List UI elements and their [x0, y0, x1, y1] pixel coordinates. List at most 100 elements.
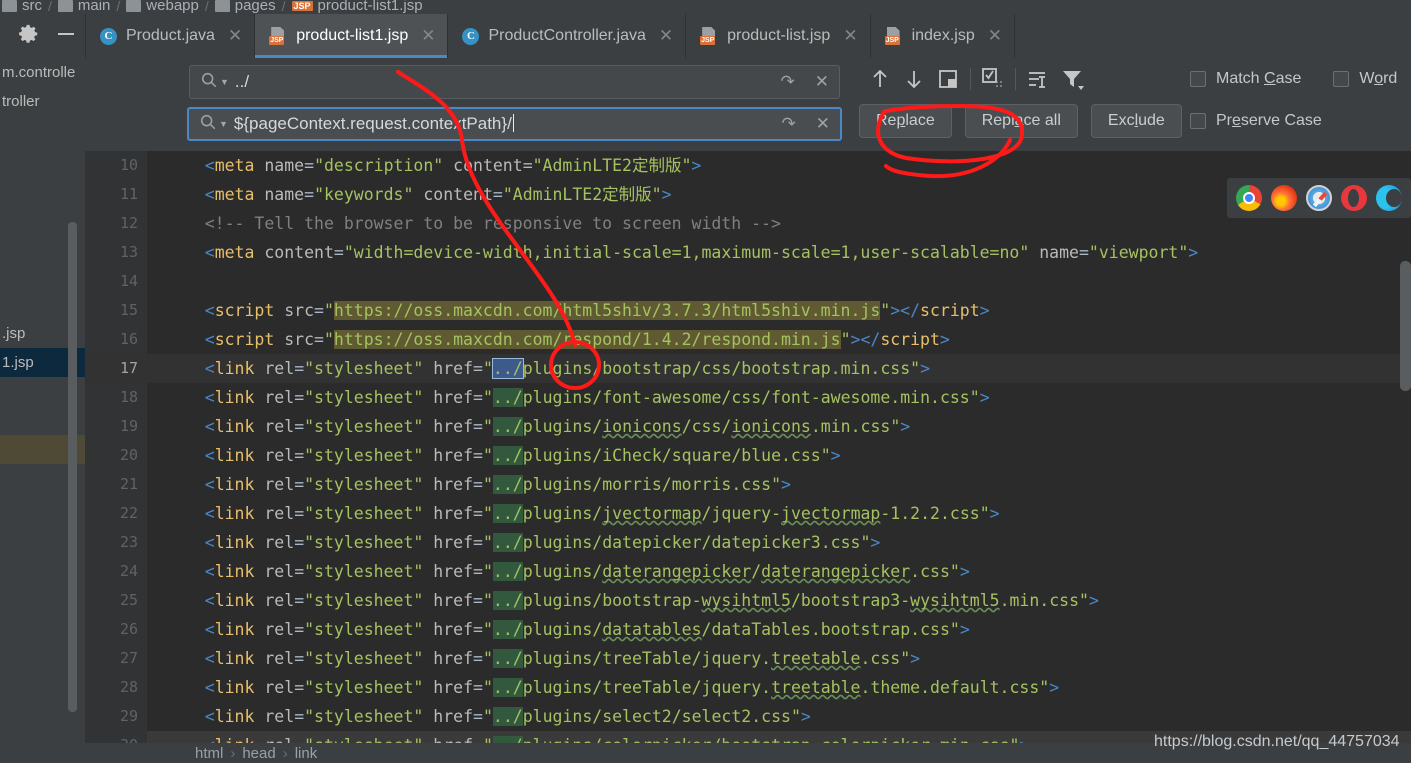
chrome-icon[interactable] — [1236, 185, 1262, 211]
replace-all-button[interactable]: Repl a ce all — [964, 104, 1078, 138]
match-case-checkbox[interactable]: Match Case — [1190, 70, 1301, 88]
preserve-case-checkbox-box[interactable] — [1190, 113, 1206, 129]
editor-tab-product-java[interactable]: C Product.java ✕ — [85, 14, 256, 58]
find-previous-icon[interactable] — [863, 62, 897, 96]
replace-history-chevron-down-icon[interactable]: ▼ — [219, 119, 228, 129]
code-token: name — [1039, 243, 1079, 262]
safari-icon[interactable] — [1306, 185, 1332, 211]
breadcrumb-item-webapp[interactable]: webapp — [126, 0, 199, 14]
code-token: < — [204, 533, 215, 552]
editor-tab-product-list-jsp[interactable]: JSP product-list.jsp ✕ — [686, 14, 871, 58]
code-line[interactable]: <link rel="stylesheet" href="../plugins/… — [147, 644, 1411, 673]
replace-input[interactable]: ▼ ${pageContext.request.contextPath}/ ↷ … — [187, 107, 842, 141]
code-token: plugins/treeTable/jquery. — [522, 678, 772, 697]
code-token: " — [482, 707, 493, 726]
code-line[interactable]: <meta content="width=device-width,initia… — [147, 238, 1411, 267]
gear-icon[interactable] — [18, 23, 40, 50]
found-match-highlight: ../ — [492, 417, 523, 436]
code-token: > — [920, 359, 931, 378]
element-breadcrumb-item-link[interactable]: link — [295, 745, 318, 762]
code-editor[interactable]: 10 11 12 13 14 15 16 17 18 19 20 21 22 23 24 25 26 27 28 29… — [85, 151, 1411, 743]
code-token: /bootstrap- — [711, 736, 820, 743]
replace-button[interactable]: Re p lace — [859, 104, 952, 138]
editor-tab-index-jsp[interactable]: JSP index.jsp ✕ — [871, 14, 1015, 58]
match-case-checkbox-box[interactable] — [1190, 71, 1206, 87]
code-line[interactable]: <link rel="stylesheet" href="../plugins/… — [147, 412, 1411, 441]
breadcrumb-item-src[interactable]: src — [2, 0, 42, 14]
code-token: = — [294, 620, 305, 639]
filter-icon[interactable] — [1055, 62, 1089, 96]
find-next-icon[interactable] — [897, 62, 931, 96]
search-input[interactable]: ▼ ../ ↷ ✕ — [189, 65, 840, 99]
code-line[interactable]: <meta name="description" content="AdminL… — [147, 151, 1411, 180]
search-history-chevron-down-icon[interactable]: ▼ — [220, 77, 229, 87]
replace-new-line-icon[interactable]: ↷ — [772, 114, 806, 134]
replace-clear-close-icon[interactable]: ✕ — [806, 114, 840, 134]
editor-scrollbar-thumb[interactable] — [1400, 261, 1411, 391]
close-icon[interactable]: ✕ — [988, 26, 1002, 46]
code-line[interactable]: <link rel="stylesheet" href="../plugins/… — [147, 702, 1411, 731]
code-line[interactable]: <link rel="stylesheet" href="../plugins/… — [147, 586, 1411, 615]
code-line[interactable]: <link rel="stylesheet" href="../plugins/… — [147, 441, 1411, 470]
code-line[interactable]: <meta name="keywords" content="AdminLTE2… — [147, 180, 1411, 209]
code-token: plugins/select2/select2.css — [522, 707, 791, 726]
line-number-gutter[interactable]: 10 11 12 13 14 15 16 17 18 19 20 21 22 23 24 25 26 27 28 29… — [85, 151, 147, 743]
words-checkbox[interactable]: Word — [1333, 70, 1397, 88]
code-line[interactable]: <!-- Tell the browser to be responsive t… — [147, 209, 1411, 238]
editor-tab-product-list1-jsp[interactable]: JSP product-list1.jsp ✕ — [255, 14, 449, 58]
preserve-case-checkbox[interactable]: Preserve Case — [1190, 112, 1322, 130]
code-token: " — [482, 359, 493, 378]
code-token: " — [482, 446, 493, 465]
find-in-selection-icon[interactable] — [976, 62, 1010, 96]
opera-icon[interactable] — [1341, 185, 1367, 211]
firefox-icon[interactable] — [1271, 185, 1297, 211]
editor-tab-label: ProductController.java — [488, 27, 646, 44]
code-line[interactable]: <link rel="stylesheet" href="../plugins/… — [147, 615, 1411, 644]
search-clear-close-icon[interactable]: ✕ — [805, 72, 839, 92]
breadcrumb-item-pages[interactable]: pages — [214, 0, 276, 14]
code-line[interactable]: <link rel="stylesheet" href="../plugins/… — [147, 499, 1411, 528]
found-match-highlight: ../ — [492, 446, 523, 465]
found-match-highlight: ../ — [492, 533, 523, 552]
breadcrumb-item-product-list1-jsp[interactable]: JSP product-list1.jsp — [291, 0, 423, 14]
select-all-occurrences-icon[interactable] — [931, 62, 965, 96]
code-token: > — [890, 301, 901, 320]
code-line[interactable] — [147, 267, 1411, 296]
close-icon[interactable]: ✕ — [228, 26, 242, 46]
code-line[interactable]: <link rel="stylesheet" href="../plugins/… — [147, 673, 1411, 702]
line-number: 11 — [119, 185, 138, 203]
element-breadcrumb-item-head[interactable]: head — [242, 745, 275, 762]
code-line[interactable]: <link rel="stylesheet" href="../plugins/… — [147, 528, 1411, 557]
breadcrumb-item-main[interactable]: main — [57, 0, 110, 14]
code-line[interactable]: <link rel="stylesheet" href="../plugins/… — [147, 470, 1411, 499]
words-checkbox-box[interactable] — [1333, 71, 1350, 87]
edge-icon[interactable] — [1376, 185, 1402, 211]
code-text-area[interactable]: <meta name="description" content="AdminL… — [147, 151, 1411, 743]
close-icon[interactable]: ✕ — [421, 26, 435, 46]
code-token: > — [870, 533, 881, 552]
code-token: ionicons — [731, 417, 811, 436]
element-breadcrumb-item-html[interactable]: html — [195, 745, 223, 762]
toggle-toolbar-icon[interactable] — [1021, 62, 1055, 96]
line-number: 30 — [85, 731, 147, 743]
exclude-button[interactable]: Exc l ude — [1090, 104, 1182, 138]
line-number: 18 — [119, 388, 138, 406]
code-line[interactable]: <link rel="stylesheet" href="../plugins/… — [147, 354, 1411, 383]
editor-tab-productcontroller-java[interactable]: C ProductController.java ✕ — [448, 14, 687, 58]
breadcrumb-separator: / — [48, 0, 52, 14]
code-line[interactable]: <link rel="stylesheet" href="../plugins/… — [147, 557, 1411, 586]
code-token: link — [215, 736, 255, 743]
code-line[interactable]: <script src="https://oss.maxcdn.com/resp… — [147, 325, 1411, 354]
scrollbar-thumb[interactable] — [68, 222, 77, 712]
code-line[interactable]: <link rel="stylesheet" href="../plugins/… — [147, 383, 1411, 412]
close-icon[interactable]: ✕ — [659, 26, 673, 46]
project-tool-window: m.controlle troller .jsp 1.jsp — [0, 14, 85, 763]
search-new-line-icon[interactable]: ↷ — [771, 72, 805, 92]
project-tree-scrollbar[interactable] — [68, 14, 77, 719]
code-line[interactable]: <script src="https://oss.maxcdn.com/html… — [147, 296, 1411, 325]
close-icon[interactable]: ✕ — [843, 26, 857, 46]
code-token: = — [294, 649, 305, 668]
